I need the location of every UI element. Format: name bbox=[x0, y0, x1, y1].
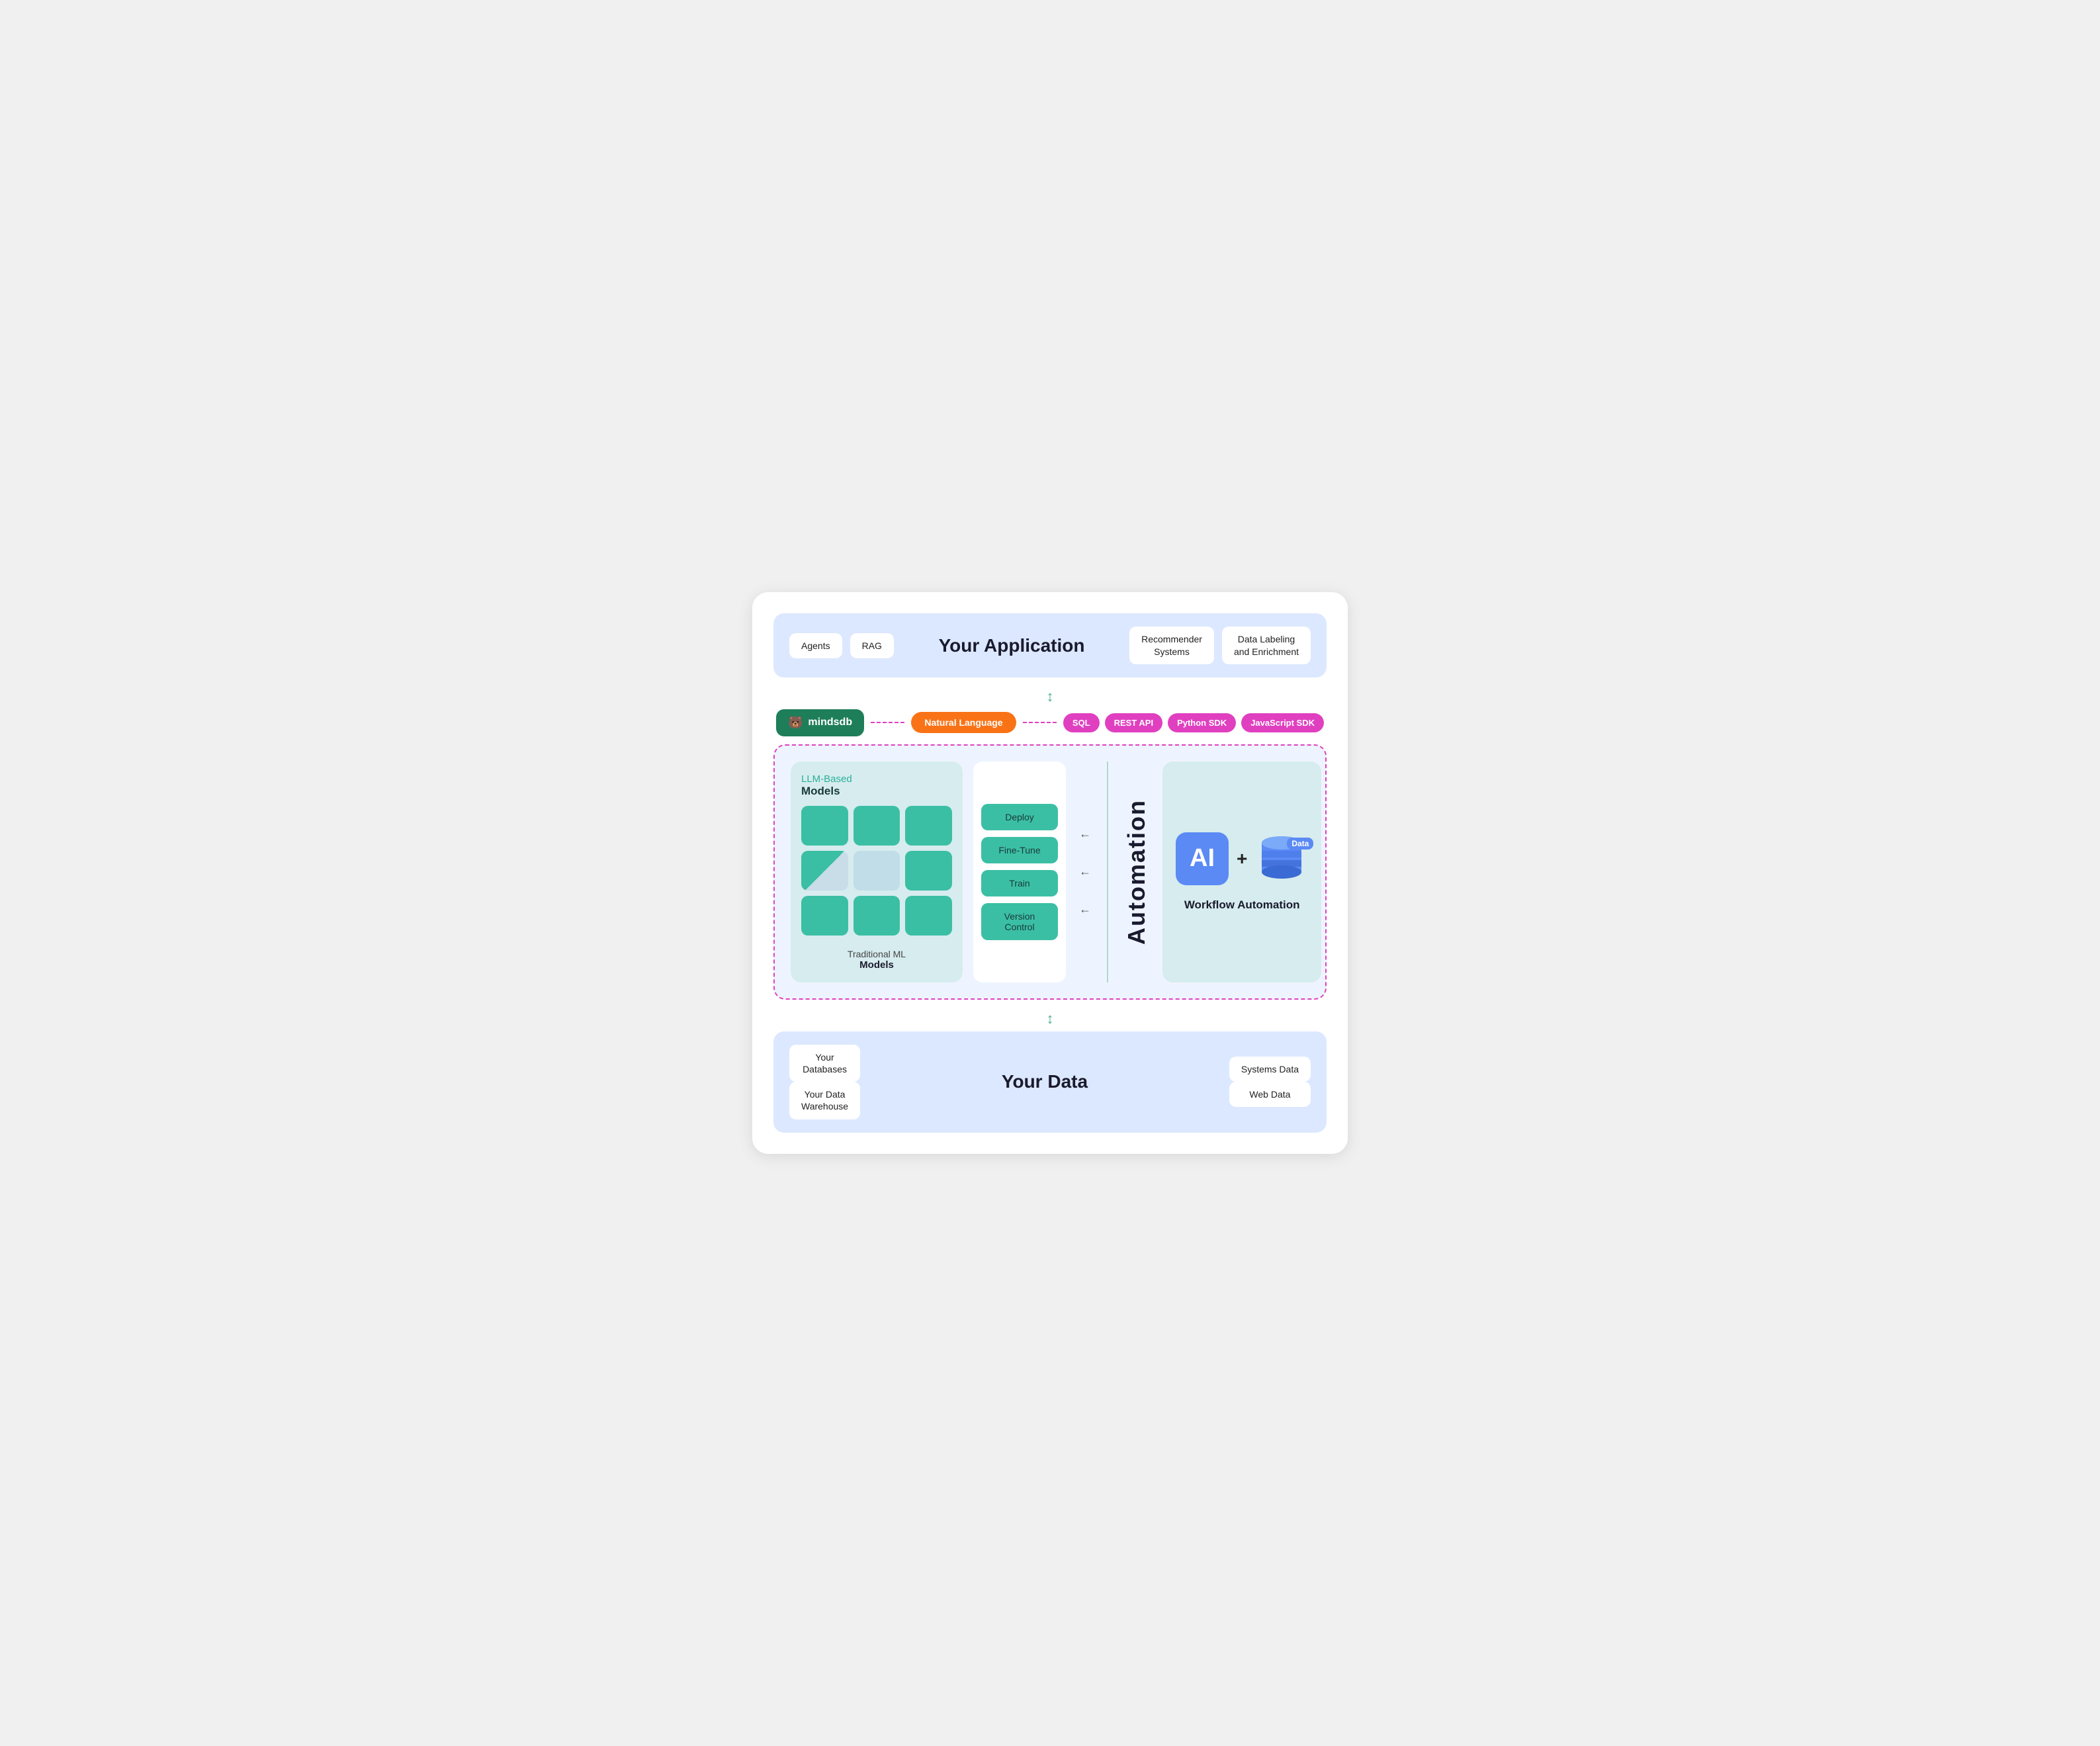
workflow-section: AI + bbox=[1162, 762, 1321, 982]
bottom-section: Your Databases Your Data Warehouse Your … bbox=[773, 1031, 1327, 1133]
data-title: Your Data bbox=[860, 1071, 1229, 1092]
rest-api-pill: REST API bbox=[1105, 713, 1162, 732]
data-cylinder: Data bbox=[1255, 832, 1308, 885]
systems-data-box: Systems Data bbox=[1229, 1057, 1311, 1082]
bottom-left-boxes: Your Databases Your Data Warehouse bbox=[789, 1045, 860, 1119]
top-arrow: ↕ bbox=[773, 688, 1327, 705]
main-box: LLM-Based Models Traditional ML Mod bbox=[773, 744, 1327, 1000]
llm-label: LLM-Based Models bbox=[801, 773, 952, 798]
workflow-title: Workflow Automation bbox=[1184, 898, 1300, 912]
model-cell-9 bbox=[905, 896, 952, 936]
model-cell-2 bbox=[853, 806, 900, 846]
mindsdb-label: mindsdb bbox=[808, 717, 852, 728]
interface-row: 🐻 mindsdb Natural Language SQL REST API … bbox=[773, 709, 1327, 736]
model-grid bbox=[801, 806, 952, 936]
arrow-3: ← bbox=[1079, 902, 1091, 916]
python-sdk-pill: Python SDK bbox=[1168, 713, 1236, 732]
inner-content: LLM-Based Models Traditional ML Mod bbox=[791, 762, 1309, 982]
bottom-right-boxes: Systems Data Web Data bbox=[1229, 1057, 1311, 1107]
divider-line bbox=[1107, 762, 1108, 982]
your-databases-box: Your Databases bbox=[789, 1045, 860, 1082]
sql-pill: SQL bbox=[1063, 713, 1100, 732]
recommender-box: Recommender Systems bbox=[1129, 627, 1214, 664]
top-left-boxes: Agents RAG bbox=[789, 633, 894, 658]
dashed-line-left bbox=[871, 722, 904, 723]
bottom-arrow: ↕ bbox=[773, 1010, 1327, 1027]
data-label: Data bbox=[1287, 838, 1313, 850]
automation-label-col: Automation bbox=[1121, 762, 1152, 982]
rag-box: RAG bbox=[850, 633, 894, 658]
top-section: Agents RAG Your Application Recommender … bbox=[773, 613, 1327, 677]
model-cell-5 bbox=[853, 851, 900, 891]
api-pills: SQL REST API Python SDK JavaScript SDK bbox=[1063, 713, 1324, 732]
agents-box: Agents bbox=[789, 633, 842, 658]
model-cell-7 bbox=[801, 896, 848, 936]
fine-tune-button: Fine-Tune bbox=[981, 837, 1058, 863]
models-section: LLM-Based Models Traditional ML Mod bbox=[791, 762, 963, 982]
version-control-button: Version Control bbox=[981, 903, 1058, 940]
app-title: Your Application bbox=[894, 635, 1129, 656]
bear-icon: 🐻 bbox=[788, 716, 803, 730]
natural-language-pill: Natural Language bbox=[911, 712, 1016, 733]
top-right-boxes: Recommender Systems Data Labeling and En… bbox=[1129, 627, 1311, 664]
web-data-box: Web Data bbox=[1229, 1082, 1311, 1107]
arrow-1: ← bbox=[1079, 827, 1091, 841]
deploy-button: Deploy bbox=[981, 804, 1058, 830]
train-button: Train bbox=[981, 870, 1058, 896]
model-cell-1 bbox=[801, 806, 848, 846]
ai-data-box: AI + bbox=[1176, 832, 1308, 885]
arrows-col: ← ← ← bbox=[1076, 762, 1094, 982]
mindsdb-logo: 🐻 mindsdb bbox=[776, 709, 864, 736]
model-cell-8 bbox=[853, 896, 900, 936]
javascript-sdk-pill: JavaScript SDK bbox=[1241, 713, 1324, 732]
model-cell-3 bbox=[905, 806, 952, 846]
diagram-wrapper: Agents RAG Your Application Recommender … bbox=[752, 592, 1348, 1153]
data-labeling-box: Data Labeling and Enrichment bbox=[1222, 627, 1311, 664]
your-data-warehouse-box: Your Data Warehouse bbox=[789, 1082, 860, 1119]
arrow-2: ← bbox=[1079, 865, 1091, 879]
model-cell-4 bbox=[801, 851, 848, 891]
traditional-label: Traditional ML Models bbox=[801, 949, 952, 971]
model-cell-6 bbox=[905, 851, 952, 891]
actions-section: Deploy Fine-Tune Train Version Control bbox=[973, 762, 1066, 982]
plus-sign: + bbox=[1237, 848, 1247, 869]
ai-box: AI bbox=[1176, 832, 1229, 885]
automation-text: Automation bbox=[1123, 799, 1151, 945]
dashed-line-right bbox=[1023, 722, 1057, 723]
